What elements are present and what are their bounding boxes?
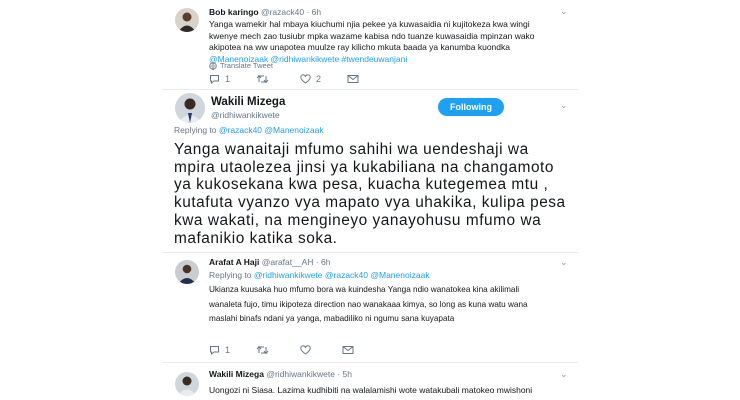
- author-name[interactable]: Wakili Mizega: [211, 96, 285, 108]
- tweet-text: Ukianza kuusaka huo mfumo bora wa kuinde…: [209, 285, 528, 323]
- tweet-body: Yanga wamekir hal mbaya kiuchumi njia pe…: [209, 19, 535, 52]
- tweet-header: Bob karingo @razack40 · 6h: [209, 7, 321, 19]
- chevron-down-icon[interactable]: ⌄: [560, 257, 568, 268]
- tweet-actions: 1 2: [209, 74, 390, 84]
- reply-button[interactable]: 1: [209, 345, 230, 355]
- dm-icon: [347, 75, 359, 83]
- main-tweet-text: Yanga wanaitaji mfumo sahihi wa uendesha…: [174, 141, 566, 247]
- author-name[interactable]: Bob karingo: [209, 7, 259, 17]
- author-name[interactable]: Wakili Mizega: [209, 369, 264, 379]
- translate-globe-icon: [209, 62, 217, 70]
- avatar-wakili-mizega[interactable]: [175, 372, 199, 396]
- tweet-thread: Bob karingo @razack40 · 6h ⌄ Yanga wamek…: [162, 0, 578, 400]
- dm-button[interactable]: [342, 345, 359, 355]
- chevron-down-icon[interactable]: ⌄: [560, 6, 568, 17]
- tweet-time[interactable]: · 5h: [337, 369, 352, 379]
- replying-prefix: Replying to: [209, 270, 252, 280]
- reply-count: 1: [225, 345, 231, 355]
- retweet-button[interactable]: [256, 74, 274, 84]
- divider: [162, 252, 578, 253]
- tweet-time[interactable]: · 6h: [316, 257, 331, 267]
- reply-icon: [210, 75, 219, 84]
- tweet-time[interactable]: · 6h: [306, 7, 321, 17]
- tweet-text: Yanga wamekir hal mbaya kiuchumi njia pe…: [209, 19, 549, 65]
- author-handle[interactable]: @ridhiwankikwete: [266, 369, 335, 379]
- reply-icon: [210, 346, 219, 355]
- like-icon: [300, 345, 311, 355]
- author-handle[interactable]: @razack40: [261, 7, 304, 17]
- tweet-text: Uongozi ni Siasa. Lazima kudhibiti na wa…: [209, 385, 533, 395]
- retweet-button[interactable]: [256, 345, 274, 355]
- following-button[interactable]: Following: [438, 98, 504, 116]
- replying-prefix: Replying to: [174, 125, 217, 135]
- like-count: 2: [316, 74, 322, 84]
- translate-label: Translate Tweet: [220, 61, 273, 70]
- divider: [162, 362, 578, 363]
- translate-tweet[interactable]: Translate Tweet: [209, 60, 273, 72]
- replying-to: Replying to @ridhiwankikwete @razack40 @…: [209, 270, 430, 282]
- chevron-down-icon[interactable]: ⌄: [560, 100, 568, 111]
- avatar-arafat[interactable]: [175, 260, 199, 284]
- tweet-actions: 1: [209, 345, 385, 355]
- divider: [162, 89, 578, 90]
- like-icon: [300, 74, 311, 84]
- tweet-header: Arafat A Haji @arafat__AH · 6h: [209, 257, 330, 269]
- reply-button[interactable]: 1: [209, 74, 230, 84]
- avatar-wakili-mizega[interactable]: [175, 93, 205, 123]
- dm-icon: [342, 346, 354, 354]
- reply-count: 1: [225, 74, 231, 84]
- retweet-icon: [256, 345, 269, 355]
- retweet-icon: [256, 74, 269, 84]
- dm-button[interactable]: [347, 74, 364, 84]
- author-handle[interactable]: @arafat__AH: [262, 257, 314, 267]
- replying-to-handles[interactable]: @ridhiwankikwete @razack40 @Manenoizaak: [254, 270, 430, 280]
- like-button[interactable]: 2: [300, 74, 321, 84]
- replying-to-handles[interactable]: @razack40 @Manenoizaak: [219, 125, 324, 135]
- tweet-header: Wakili Mizega @ridhiwankikwete · 5h: [209, 369, 352, 381]
- like-button[interactable]: [300, 345, 316, 355]
- replying-to: Replying to @razack40 @Manenoizaak: [174, 125, 324, 137]
- chevron-down-icon[interactable]: ⌄: [560, 369, 568, 380]
- author-name[interactable]: Arafat A Haji: [209, 257, 259, 267]
- author-handle[interactable]: @ridhiwankikwete: [211, 110, 280, 120]
- avatar-bob-karingo[interactable]: [175, 8, 199, 32]
